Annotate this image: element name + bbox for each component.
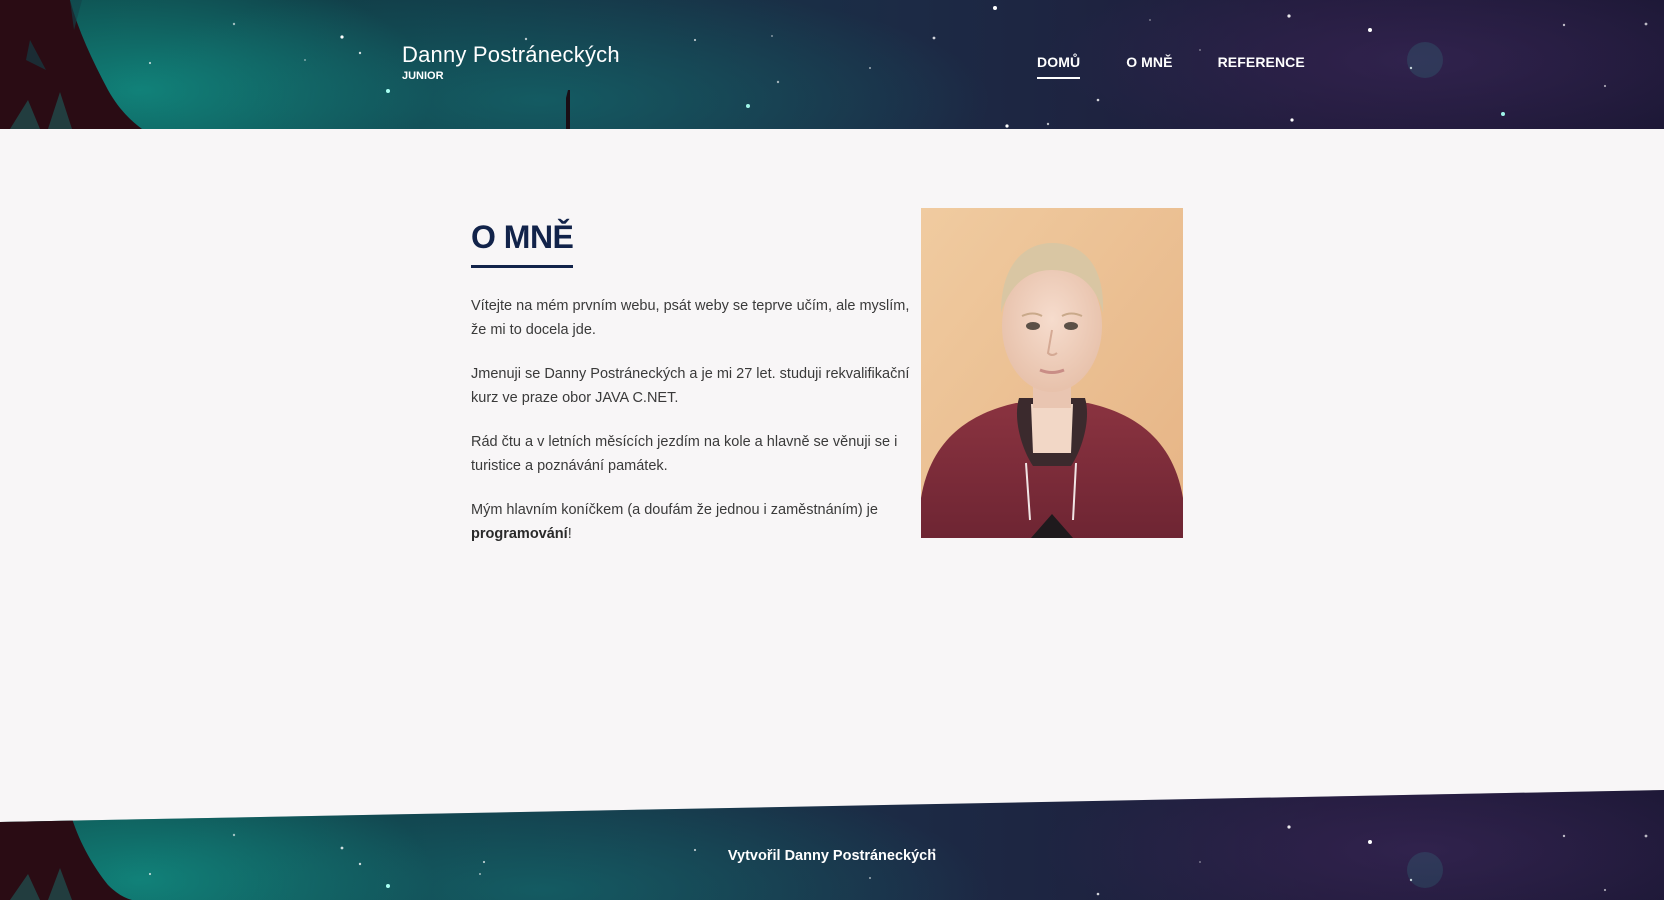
main-nav: DOMŮ O MNĚ REFERENCE bbox=[1037, 54, 1305, 79]
nav-item-reference[interactable]: REFERENCE bbox=[1218, 54, 1305, 79]
footer-credit: Vytvořil Danny Postráneckých bbox=[727, 848, 937, 864]
main-content: O MNĚ Vítejte na mém prvním webu, psát w… bbox=[0, 129, 1664, 809]
brand[interactable]: Danny Postráneckých JUNIOR bbox=[402, 42, 620, 83]
about-paragraph: Vítejte na mém prvním webu, psát weby se… bbox=[471, 298, 910, 338]
brand-subtitle: JUNIOR bbox=[402, 70, 444, 82]
starfield-decoration bbox=[148, 6, 1648, 128]
about-paragraph: Jmenuji se Danny Postráneckých a je mi 2… bbox=[471, 366, 910, 406]
about-paragraph-hobby: Mým hlavním koníčkem (a doufám že jednou… bbox=[471, 498, 913, 546]
tree-silhouette-decoration bbox=[0, 0, 142, 129]
about-paragraph: Rád čtu a v letních měsících jezdím na k… bbox=[471, 434, 898, 474]
hobby-punctuation: ! bbox=[567, 526, 572, 542]
site-header: Danny Postráneckých JUNIOR DOMŮ O MNĚ RE… bbox=[0, 0, 1664, 129]
nav-item-home[interactable]: DOMŮ bbox=[1037, 54, 1081, 79]
brand-title[interactable]: Danny Postráneckých bbox=[402, 42, 620, 68]
section-title: O MNĚ bbox=[471, 219, 574, 268]
hobby-highlight: programování bbox=[471, 526, 568, 542]
about-section: O MNĚ Vítejte na mém prvním webu, psát w… bbox=[471, 219, 913, 546]
nav-item-about[interactable]: O MNĚ bbox=[1126, 54, 1172, 79]
pole-silhouette-decoration bbox=[566, 90, 570, 129]
portrait-illustration bbox=[921, 208, 1183, 538]
hobby-text: Mým hlavním koníčkem (a doufám že jednou… bbox=[471, 502, 878, 518]
portrait-photo bbox=[921, 208, 1183, 538]
